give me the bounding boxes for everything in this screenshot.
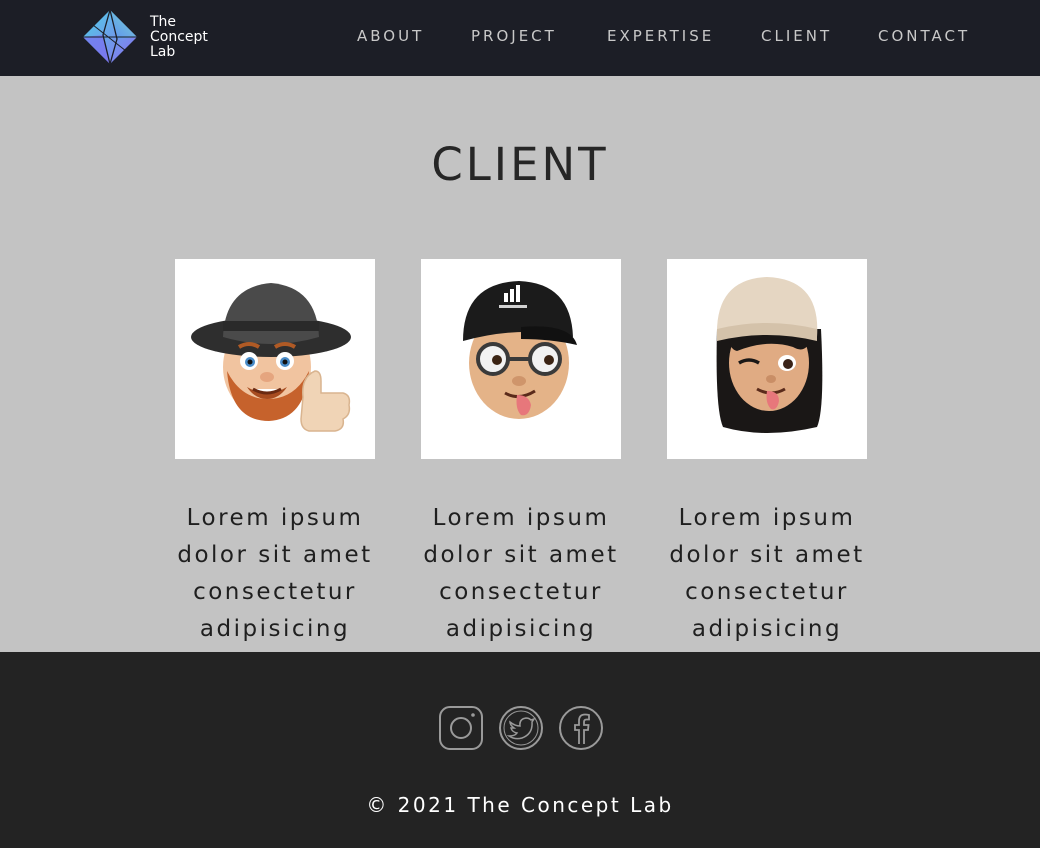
nav-link-project[interactable]: PROJECT <box>471 27 557 45</box>
brand-name: The Concept Lab <box>150 15 208 60</box>
nav-link-expertise[interactable]: EXPERTISE <box>607 27 714 45</box>
memoji-woman-beanie-icon <box>716 277 823 433</box>
client-description: Lorem ipsum dolor sit amet consectetur a… <box>177 505 373 642</box>
memoji-man-cap-icon <box>463 281 577 419</box>
instagram-icon[interactable] <box>437 704 485 752</box>
copyright-text: © 2021 The Concept Lab <box>366 793 674 817</box>
brand-line: Concept <box>150 29 208 45</box>
section-title: CLIENT <box>431 138 609 191</box>
brand-line: Lab <box>150 44 176 60</box>
footer: © 2021 The Concept Lab <box>0 652 1040 848</box>
facebook-icon[interactable] <box>557 704 605 752</box>
twitter-icon[interactable] <box>497 704 545 752</box>
client-description: Lorem ipsum dolor sit amet consectetur a… <box>669 505 865 642</box>
nav-link-contact[interactable]: CONTACT <box>878 27 970 45</box>
top-navbar: The Concept Lab ABOUT PROJECT EXPERTISE … <box>0 0 1040 76</box>
nav-link-client[interactable]: CLIENT <box>761 27 832 45</box>
brand-logo[interactable]: The Concept Lab <box>81 8 221 66</box>
diamond-logo-icon <box>83 9 137 65</box>
client-avatar-image <box>667 259 867 459</box>
nav-link-about[interactable]: ABOUT <box>357 27 424 45</box>
memoji-man-fedora-icon <box>191 283 351 432</box>
brand-line: The <box>150 14 177 30</box>
client-description: Lorem ipsum dolor sit amet consectetur a… <box>423 505 619 642</box>
client-avatar-image <box>421 259 621 459</box>
client-avatar-image <box>175 259 375 459</box>
